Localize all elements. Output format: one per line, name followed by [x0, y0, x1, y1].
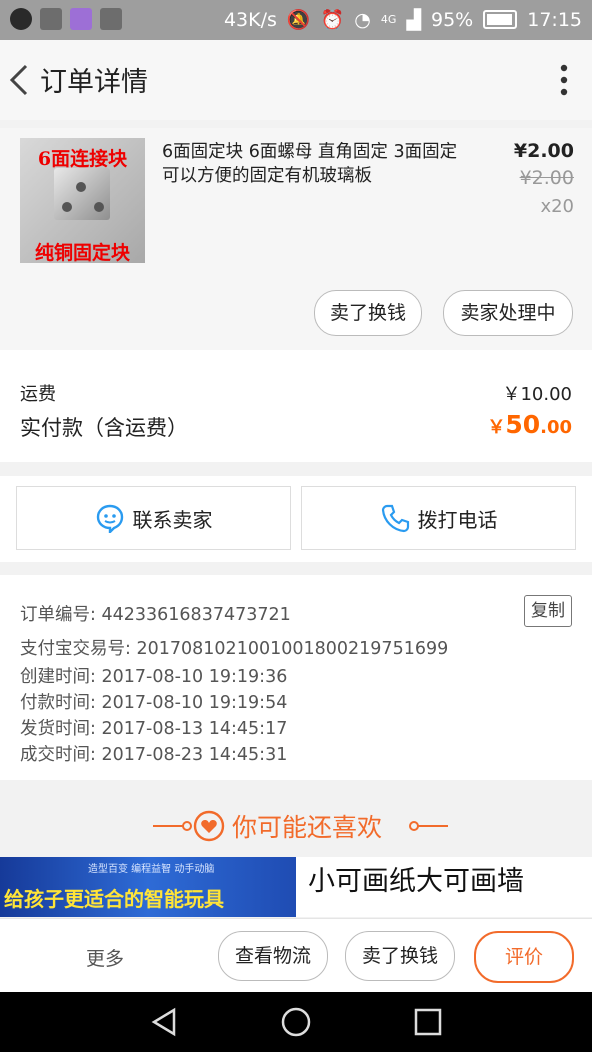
- product-name[interactable]: 6面固定块 6面螺母 直角固定 3面固定 可以方便的固定有机玻璃板: [162, 140, 470, 188]
- shipping-value: ￥10.00: [502, 384, 572, 405]
- signal-icon: ▟: [406, 8, 421, 31]
- back-button[interactable]: [6, 58, 36, 102]
- paid-time-label: 付款时间:: [20, 693, 96, 713]
- call-button[interactable]: 拨打电话: [301, 486, 576, 550]
- product-price: ¥2.00: [513, 140, 574, 162]
- bottom-action-bar: 更多 查看物流 卖了换钱 评价: [0, 918, 592, 993]
- alipay-number: 2017081021001001800219751699: [136, 639, 449, 659]
- review-button[interactable]: 评价: [474, 931, 574, 983]
- divider-left: [153, 825, 183, 827]
- ad-banner-drawing-title: 小可画纸大可画墙: [308, 866, 524, 897]
- contact-section: 联系卖家 拨打电话: [0, 476, 592, 562]
- product-image-caption-bottom: 纯铜固定块: [34, 242, 130, 263]
- clock: 17:15: [527, 8, 582, 31]
- alarm-icon: ⏰: [320, 9, 345, 31]
- mute-icon: 🔕: [286, 9, 311, 31]
- ad-banner-drawing[interactable]: 小可画纸大可画墙: [296, 857, 592, 917]
- product-image[interactable]: 6面连接块 纯铜固定块: [20, 138, 145, 263]
- copy-button[interactable]: 复制: [524, 595, 572, 627]
- order-number: 44233616837473721: [101, 605, 291, 625]
- network-type: 4G: [380, 13, 397, 26]
- ad-banner-toys-title: 给孩子更适合的智能玩具: [4, 887, 224, 911]
- divider-right: [418, 825, 448, 827]
- system-nav-bar: [0, 992, 592, 1052]
- page-title: 订单详情: [40, 67, 148, 98]
- nav-home-icon[interactable]: [280, 1006, 312, 1038]
- order-number-row: 订单编号: 44233616837473721: [20, 601, 291, 626]
- nav-back-icon[interactable]: [148, 1006, 180, 1038]
- net-speed: 43K/s: [223, 8, 277, 31]
- created-row: 创建时间: 2017-08-10 19:19:36: [20, 663, 287, 688]
- view-logistics-button[interactable]: 查看物流: [218, 931, 328, 981]
- seller-processing-button[interactable]: 卖家处理中: [443, 290, 573, 336]
- paid-decimal: .00: [540, 417, 572, 438]
- completed-row: 成交时间: 2017-08-23 14:45:31: [20, 741, 287, 766]
- more-menu-button[interactable]: [560, 62, 568, 102]
- product-original-price: ¥2.00: [519, 167, 574, 189]
- paid-time-row: 付款时间: 2017-08-10 19:19:54: [20, 689, 287, 714]
- paid-currency: ￥: [487, 417, 506, 438]
- created-label: 创建时间:: [20, 667, 96, 687]
- chat-bubble-icon: [96, 504, 123, 533]
- alipay-row: 支付宝交易号: 2017081021001001800219751699: [20, 635, 448, 660]
- completed-label: 成交时间:: [20, 745, 96, 765]
- hole-shape: [62, 202, 72, 212]
- nav-recents-icon[interactable]: [412, 1006, 444, 1038]
- ad-banner-toys[interactable]: 造型百变 编程益智 动手动脑 给孩子更适合的智能玩具: [0, 857, 296, 917]
- recommend-title: 你可能还喜欢: [232, 813, 383, 842]
- cube-shape: [54, 168, 110, 220]
- photos-icon: [100, 8, 122, 30]
- ad-banner-toys-subtitle: 造型百变 编程益智 动手动脑: [88, 864, 215, 875]
- recommend-header: 你可能还喜欢: [0, 800, 592, 852]
- shipping-label: 运费: [20, 384, 56, 405]
- hole-shape: [94, 202, 104, 212]
- call-label: 拨打电话: [417, 507, 498, 532]
- header: 订单详情: [0, 40, 592, 120]
- paid-time: 2017-08-10 19:19:54: [101, 693, 288, 713]
- heart-icon: [193, 810, 225, 842]
- shipped-row: 发货时间: 2017-08-13 14:45:17: [20, 715, 287, 740]
- chevron-left-icon: [9, 64, 28, 96]
- battery-percent: 95%: [431, 8, 474, 31]
- more-button[interactable]: 更多: [86, 944, 124, 971]
- paid-amount: ￥50.00: [487, 410, 572, 439]
- status-right: 43K/s 🔕 ⏰ ◔ 4G ▟ 95% 17:15: [223, 8, 582, 32]
- paid-label: 实付款（含运费）: [20, 416, 188, 440]
- sell-button[interactable]: 卖了换钱: [314, 290, 422, 336]
- shipped-label: 发货时间:: [20, 719, 96, 739]
- contact-seller-button[interactable]: 联系卖家: [16, 486, 291, 550]
- notification-icons: [10, 8, 122, 30]
- sell-again-button[interactable]: 卖了换钱: [345, 931, 455, 981]
- gallery-icon: [40, 8, 62, 30]
- product-card[interactable]: 6面连接块 纯铜固定块 6面固定块 6面螺母 直角固定 3面固定 可以方便的固定…: [0, 128, 592, 350]
- shipped-time: 2017-08-13 14:45:17: [101, 719, 288, 739]
- contact-seller-label: 联系卖家: [132, 507, 213, 532]
- product-image-caption-top: 6面连接块: [37, 148, 128, 170]
- wifi-icon: ◔: [354, 8, 371, 31]
- order-number-label: 订单编号:: [20, 605, 96, 625]
- phone-icon: [381, 504, 409, 533]
- qq-icon: [10, 8, 32, 30]
- dot-left-icon: [182, 821, 192, 831]
- created-time: 2017-08-10 19:19:36: [101, 667, 288, 687]
- status-bar: 43K/s 🔕 ⏰ ◔ 4G ▟ 95% 17:15: [0, 0, 592, 40]
- more-vertical-icon: [560, 64, 568, 96]
- paid-integer: 50: [505, 410, 541, 439]
- completed-time: 2017-08-23 14:45:31: [101, 745, 288, 765]
- alipay-label: 支付宝交易号:: [20, 639, 131, 659]
- image-icon: [70, 8, 92, 30]
- product-quantity: x20: [540, 196, 574, 217]
- hole-shape: [76, 182, 86, 192]
- battery-icon: [483, 10, 518, 29]
- order-info: 订单编号: 44233616837473721 复制 支付宝交易号: 20170…: [0, 575, 592, 780]
- payment-summary: 运费 ￥10.00 实付款（含运费） ￥50.00: [0, 350, 592, 462]
